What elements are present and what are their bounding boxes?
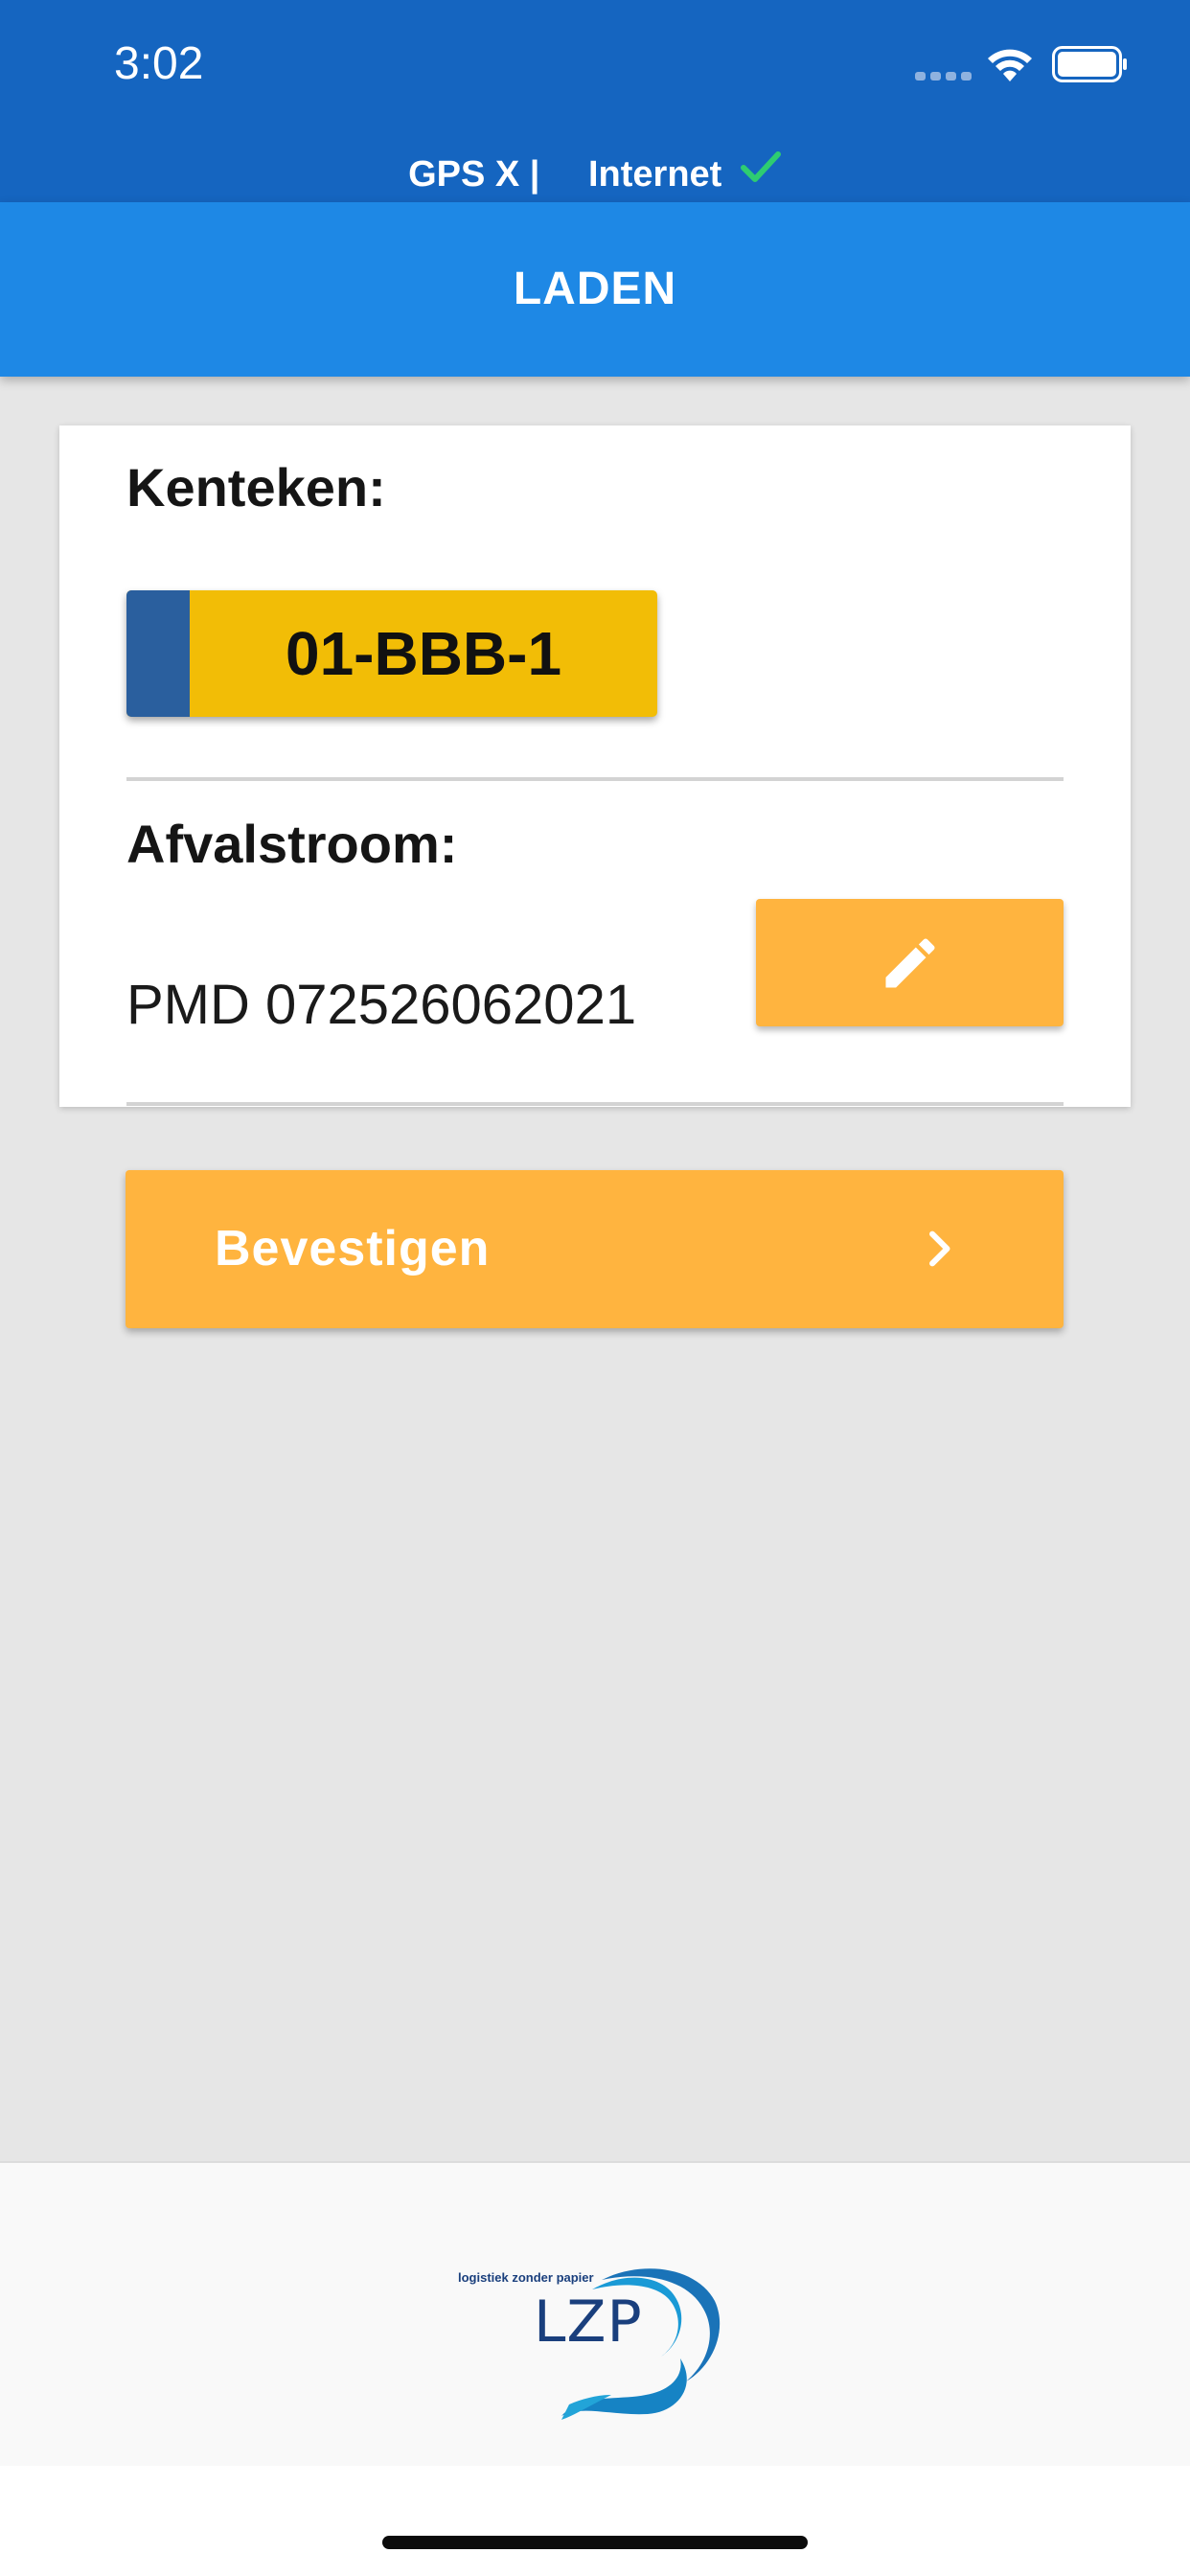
license-plate: 01-BBB-1 bbox=[126, 590, 657, 717]
logo-tagline: logistiek zonder papier bbox=[458, 2270, 594, 2285]
gps-status-label: GPS X | bbox=[408, 153, 540, 195]
page-title: LADEN bbox=[513, 264, 677, 314]
plate-country-strip bbox=[126, 590, 190, 717]
load-details-card: Kenteken: 01-BBB-1 Afvalstroom: PMD 0725… bbox=[59, 426, 1131, 1107]
internet-status-label: Internet bbox=[587, 153, 722, 195]
logo-text: LZP bbox=[534, 2288, 643, 2356]
waste-stream-label: Afvalstroom: bbox=[126, 814, 458, 874]
lzp-logo: logistiek zonder papier LZP bbox=[458, 2251, 736, 2424]
home-indicator[interactable] bbox=[382, 2536, 808, 2549]
divider bbox=[126, 777, 1064, 781]
confirm-button-label: Bevestigen bbox=[215, 1221, 491, 1276]
confirm-button[interactable]: Bevestigen bbox=[126, 1170, 1064, 1328]
connectivity-status: GPS X | Internet bbox=[0, 144, 1190, 203]
wifi-icon bbox=[988, 49, 1032, 81]
divider bbox=[126, 1102, 1064, 1106]
edit-waste-stream-button[interactable] bbox=[756, 899, 1064, 1026]
home-bar-area bbox=[0, 2466, 1190, 2576]
status-time: 3:02 bbox=[114, 38, 204, 89]
footer: logistiek zonder papier LZP bbox=[0, 2161, 1190, 2468]
plate-number: 01-BBB-1 bbox=[285, 619, 562, 688]
app-header: LADEN bbox=[0, 202, 1190, 377]
waste-stream-value: PMD 072526062021 bbox=[126, 974, 637, 1036]
status-bar: 3:02 GPS X | Internet bbox=[0, 0, 1190, 202]
pencil-icon bbox=[885, 938, 935, 988]
plate-label: Kenteken: bbox=[126, 457, 386, 518]
chevron-right-icon bbox=[929, 1230, 950, 1267]
signal-dots-icon bbox=[915, 72, 972, 80]
check-icon bbox=[740, 150, 781, 182]
battery-icon bbox=[1052, 46, 1127, 82]
